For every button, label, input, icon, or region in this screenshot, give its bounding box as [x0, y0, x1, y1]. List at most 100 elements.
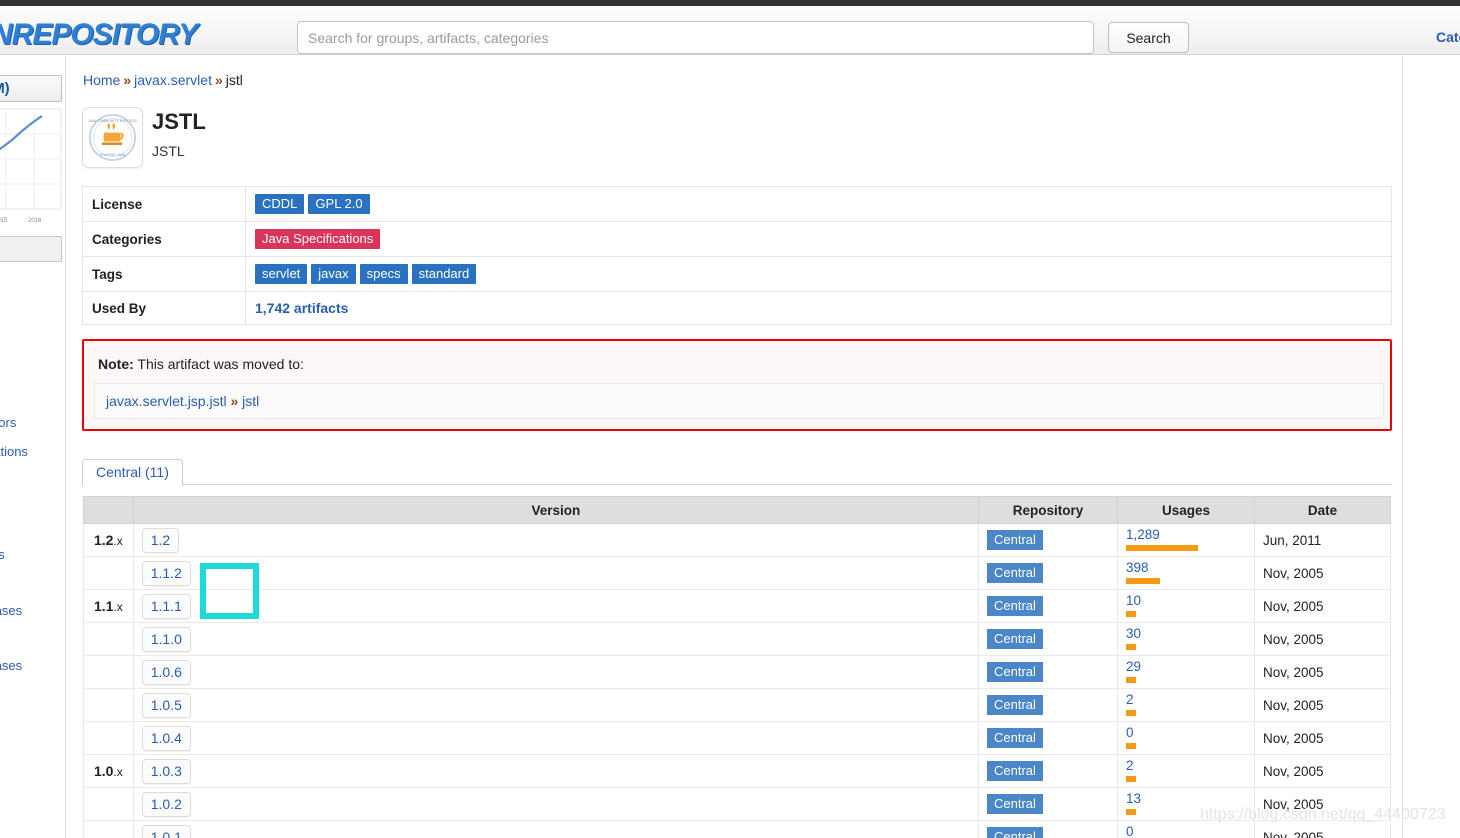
versions-header-row: Version Repository Usages Date [83, 496, 1391, 524]
usages-count-link[interactable]: 2 [1126, 692, 1134, 707]
tag-chip-specs[interactable]: specs [359, 264, 408, 284]
usages-bar [1126, 743, 1137, 749]
repository-chip-central[interactable]: Central [987, 662, 1043, 682]
repository-chip-central[interactable]: Central [987, 596, 1043, 616]
note-target-artifact[interactable]: jstl [242, 393, 259, 409]
usages-bar [1126, 578, 1161, 584]
version-group-cell [83, 787, 134, 821]
version-button-1.0.6[interactable]: 1.0.6 [141, 659, 191, 685]
table-row: 1.2.x 1.2 Central 1,289 Jun, 2011 [83, 523, 1391, 557]
usages-bar [1126, 776, 1137, 782]
version-button-1.1.2[interactable]: 1.1.2 [141, 560, 191, 586]
breadcrumb-home[interactable]: Home [83, 72, 120, 88]
site-header: MVNREPOSITORY Search Categories [0, 6, 1460, 55]
info-value-categories: Java Specifications [245, 221, 1392, 257]
date-cell: Nov, 2005 [1254, 589, 1391, 623]
versions-table-head: Version Repository Usages Date [83, 496, 1391, 524]
version-button-1.1.0[interactable]: 1.1.0 [141, 626, 191, 652]
left-sidebar: (18.3M) 2015 2016 Indicators Integration… [0, 56, 66, 838]
usages-cell: 10 [1117, 589, 1255, 623]
usages-count-link[interactable]: 0 [1126, 725, 1134, 740]
usages-wrapper: 30 [1126, 626, 1246, 652]
repository-chip-central[interactable]: Central [987, 794, 1043, 814]
usedby-link[interactable]: 1,742 artifacts [255, 300, 348, 316]
breadcrumb-current: jstl [225, 72, 243, 88]
repository-chip-central[interactable]: Central [987, 728, 1043, 748]
usages-count-link[interactable]: 29 [1126, 659, 1141, 674]
version-button-1.0.1[interactable]: 1.0.1 [141, 824, 191, 838]
site-logo[interactable]: MVNREPOSITORY [0, 18, 198, 52]
usages-count-link[interactable]: 13 [1126, 791, 1141, 806]
version-group-major: 1.1 [93, 598, 114, 614]
version-group-cell: 1.0.x [83, 754, 134, 788]
nav-categories[interactable]: Categories [1436, 29, 1460, 45]
downloads-sparkline-chart [0, 108, 62, 210]
info-label-license: License [82, 186, 246, 222]
usages-count-link[interactable]: 30 [1126, 626, 1141, 641]
header-usages: Usages [1117, 496, 1255, 524]
usages-cell: 13 [1117, 787, 1255, 821]
date-cell: Nov, 2005 [1254, 655, 1391, 689]
breadcrumb-group[interactable]: javax.servlet [134, 72, 212, 88]
artifact-info-table: License CDDL GPL 2.0 Categories Java Spec… [82, 186, 1392, 325]
version-cell: 1.0.2 [132, 787, 980, 821]
sidebar-link-0[interactable]: Indicators [0, 415, 16, 430]
search-input[interactable] [297, 21, 1094, 54]
repository-cell: Central [977, 655, 1119, 689]
repository-chip-central[interactable]: Central [987, 761, 1043, 781]
repository-chip-central[interactable]: Central [987, 629, 1043, 649]
repository-cell: Central [977, 589, 1119, 623]
usages-count-link[interactable]: 1,289 [1126, 527, 1160, 542]
version-button-1.1.1[interactable]: 1.1.1 [141, 593, 191, 619]
repository-cell: Central [977, 523, 1119, 557]
repository-cell: Central [977, 787, 1119, 821]
table-row: 1.0.5 Central 2 Nov, 2005 [83, 688, 1391, 722]
version-button-1.0.3[interactable]: 1.0.3 [141, 758, 191, 784]
tag-chip-standard[interactable]: standard [411, 264, 477, 284]
version-group-suffix: .x [113, 765, 123, 779]
sidebar-link-3[interactable]: Databases [0, 603, 22, 618]
versions-table: Version Repository Usages Date 1.2.x 1.2 C… [83, 496, 1391, 838]
repository-chip-central[interactable]: Central [987, 563, 1043, 583]
usages-count-link[interactable]: 10 [1126, 593, 1141, 608]
usages-bar [1126, 611, 1137, 617]
repository-chip-central[interactable]: Central [987, 695, 1043, 715]
usages-count-link[interactable]: 0 [1126, 824, 1134, 838]
tab-central[interactable]: Central (11) [82, 459, 183, 486]
license-chip-cddl[interactable]: CDDL [255, 194, 305, 214]
tag-chip-servlet[interactable]: servlet [255, 264, 308, 284]
usages-count-link[interactable]: 2 [1126, 758, 1134, 773]
table-row: 1.0.1 Central 0 Nov, 2005 [83, 820, 1391, 838]
usages-wrapper: 10 [1126, 593, 1246, 619]
jcp-logo-icon: JAVA COMMUNITY PROCESS SHAPING JAVA [88, 114, 138, 161]
tag-chip-javax[interactable]: javax [311, 264, 356, 284]
version-button-1.0.2[interactable]: 1.0.2 [141, 791, 191, 817]
sidebar-link-5[interactable]: Databases [0, 658, 22, 673]
note-target-group[interactable]: javax.servlet.jsp.jstl [106, 393, 227, 409]
category-chip-java-specifications[interactable]: Java Specifications [255, 229, 381, 249]
version-cell: 1.1.2 [132, 556, 980, 590]
version-cell: 1.1.0 [132, 622, 980, 656]
sidebar-link-1[interactable]: Integrations [0, 444, 28, 459]
version-button-1.0.4[interactable]: 1.0.4 [141, 725, 191, 751]
info-value-license: CDDL GPL 2.0 [245, 186, 1392, 222]
version-group-cell [83, 655, 134, 689]
note-label: Note: [98, 356, 134, 372]
date-cell: Nov, 2005 [1254, 820, 1391, 838]
version-cell: 1.0.6 [132, 655, 980, 689]
usages-count-link[interactable]: 398 [1126, 560, 1149, 575]
search-button[interactable]: Search [1108, 22, 1189, 53]
table-row: 1.0.6 Central 29 Nov, 2005 [83, 655, 1391, 689]
license-chip-gpl[interactable]: GPL 2.0 [308, 194, 370, 214]
table-row: 1.1.2 Central 398 Nov, 2005 [83, 556, 1391, 590]
main-content: Home» javax.servlet» jstl JAVA COMMUNITY P… [67, 56, 1403, 838]
date-cell: Nov, 2005 [1254, 754, 1391, 788]
usages-bar [1126, 545, 1199, 551]
repository-chip-central[interactable]: Central [987, 530, 1043, 550]
usages-cell: 29 [1117, 655, 1255, 689]
version-button-1.2[interactable]: 1.2 [141, 527, 180, 553]
usages-wrapper: 29 [1126, 659, 1246, 685]
repository-chip-central[interactable]: Central [987, 827, 1043, 838]
version-button-1.0.5[interactable]: 1.0.5 [141, 692, 191, 718]
sidebar-link-2[interactable]: Parsers [0, 547, 5, 562]
